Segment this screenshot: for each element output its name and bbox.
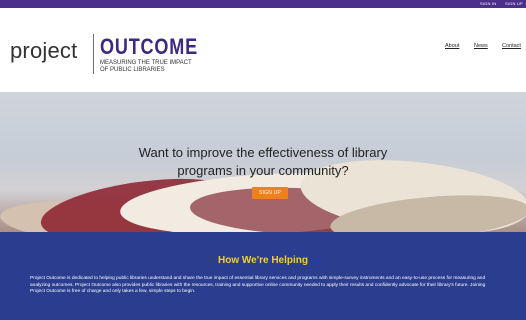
- nav-news-link[interactable]: News: [474, 43, 488, 49]
- sign-up-link[interactable]: SIGN UP: [505, 1, 523, 6]
- top-utility-bar: SIGN IN SIGN UP: [0, 0, 526, 8]
- hero-headline: Want to improve the effectiveness of lib…: [0, 144, 526, 180]
- nav-contact-link[interactable]: Contact: [502, 43, 521, 49]
- hero-banner: Want to improve the effectiveness of lib…: [0, 92, 526, 232]
- logo-tagline-line1: MEASURING THE TRUE IMPACT: [100, 60, 192, 66]
- hero-headline-line2: programs in your community?: [177, 163, 349, 178]
- logo-tagline: MEASURING THE TRUE IMPACT OF PUBLIC LIBR…: [100, 60, 250, 74]
- logo-divider: [93, 34, 94, 74]
- logo-project-wordmark[interactable]: project: [10, 38, 77, 64]
- nav-about-link[interactable]: About: [445, 43, 459, 49]
- how-we-help-title: How We're Helping: [218, 255, 308, 266]
- hero-headline-line1: Want to improve the effectiveness of lib…: [138, 145, 388, 160]
- sign-in-link[interactable]: SIGN IN: [480, 1, 496, 6]
- hero-sign-up-button[interactable]: SIGN UP: [252, 187, 288, 199]
- logo-tagline-line2: OF PUBLIC LIBRARIES: [100, 67, 165, 73]
- how-we-help-text: Project Outcome is dedicated to helping …: [30, 276, 486, 295]
- logo-outcome-wordmark[interactable]: OUTCOME: [100, 34, 198, 60]
- how-we-help-section: How We're Helping Project Outcome is ded…: [0, 232, 526, 320]
- site-header: project OUTCOME MEASURING THE TRUE IMPAC…: [0, 8, 526, 92]
